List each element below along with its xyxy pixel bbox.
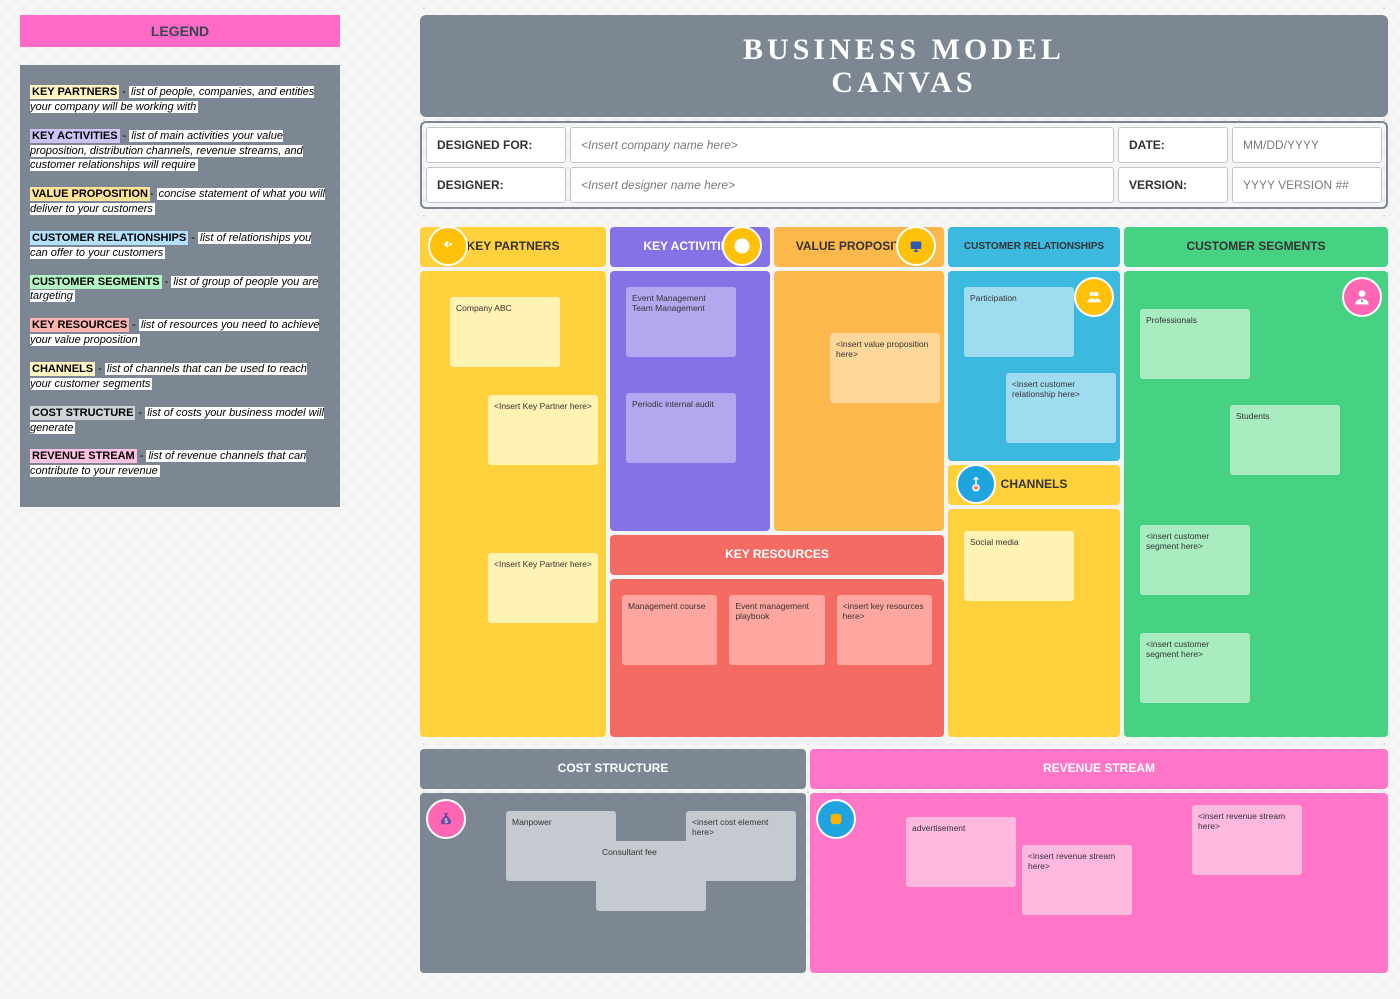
- canvas: BUSINESS MODEL CANVAS DESIGNED FOR: <Ins…: [420, 15, 1388, 999]
- sticky-note[interactable]: Event management playbook: [729, 595, 824, 665]
- meta-label-version: VERSION:: [1118, 167, 1228, 203]
- section-header-customer-segments: CUSTOMER SEGMENTS: [1124, 227, 1388, 267]
- sticky-note[interactable]: Management course: [622, 595, 717, 665]
- legend-key: REVENUE STREAM: [30, 449, 137, 463]
- meta-value-designed-for[interactable]: <Insert company name here>: [570, 127, 1114, 163]
- section-value-proposition[interactable]: <insert value proposition here>: [774, 271, 944, 531]
- legend-key: KEY RESOURCES: [30, 318, 129, 332]
- meta-label-date: DATE:: [1118, 127, 1228, 163]
- sticky-note[interactable]: <insert revenue stream here>: [1022, 845, 1132, 915]
- meta-label-designer: DESIGNER:: [426, 167, 566, 203]
- legend-key: CUSTOMER SEGMENTS: [30, 275, 162, 289]
- canvas-bottom-row: COST STRUCTURE $ Manpower Consultant fee…: [420, 749, 1388, 999]
- section-revenue-stream[interactable]: advertisement <insert revenue stream her…: [810, 793, 1388, 973]
- section-key-resources[interactable]: Management course Event management playb…: [610, 579, 944, 737]
- legend-body: KEY PARTNERS - list of people, companies…: [20, 65, 340, 507]
- meta-value-date[interactable]: MM/DD/YYYY: [1232, 127, 1382, 163]
- section-header-channels: CHANNELS: [948, 465, 1120, 505]
- sticky-note[interactable]: <insert revenue stream here>: [1192, 805, 1302, 875]
- section-header-cost-structure: COST STRUCTURE: [420, 749, 806, 789]
- sticky-note[interactable]: <insert key resources here>: [837, 595, 932, 665]
- sticky-note[interactable]: Students: [1230, 405, 1340, 475]
- sticky-note[interactable]: Professionals: [1140, 309, 1250, 379]
- legend-panel: LEGEND KEY PARTNERS - list of people, co…: [20, 15, 340, 507]
- meta-label-designed-for: DESIGNED FOR:: [426, 127, 566, 163]
- section-customer-relationships[interactable]: Participation <insert customer relations…: [948, 271, 1120, 461]
- sticky-note[interactable]: <Insert Key Partner here>: [488, 395, 598, 465]
- section-header-key-partners: KEY PARTNERS: [420, 227, 606, 267]
- legend-key: CUSTOMER RELATIONSHIPS: [30, 231, 188, 245]
- legend-title: LEGEND: [20, 15, 340, 47]
- section-customer-segments[interactable]: Professionals Students <insert customer …: [1124, 271, 1388, 737]
- sticky-note[interactable]: <insert customer segment here>: [1140, 633, 1250, 703]
- meta-value-designer[interactable]: <Insert designer name here>: [570, 167, 1114, 203]
- tap-icon: [956, 464, 996, 504]
- legend-key: CHANNELS: [30, 362, 95, 376]
- meta-grid: DESIGNED FOR: <Insert company name here>…: [420, 121, 1388, 209]
- section-header-key-activities: KEY ACTIVITIES: [610, 227, 770, 267]
- legend-key: COST STRUCTURE: [30, 406, 135, 420]
- sticky-note[interactable]: Periodic internal audit: [626, 393, 736, 463]
- sticky-note[interactable]: Event Management Team Management: [626, 287, 736, 357]
- section-header-revenue-stream: REVENUE STREAM: [810, 749, 1388, 789]
- sticky-note[interactable]: Participation: [964, 287, 1074, 357]
- sticky-note[interactable]: <Insert Key Partner here>: [488, 553, 598, 623]
- section-key-partners[interactable]: Company ABC <Insert Key Partner here> <I…: [420, 271, 606, 737]
- handshake-icon: [428, 226, 468, 266]
- sticky-note[interactable]: <insert cost element here>: [686, 811, 796, 881]
- sticky-note[interactable]: <insert customer relationship here>: [1006, 373, 1116, 443]
- section-channels[interactable]: Social media: [948, 509, 1120, 737]
- section-key-activities[interactable]: Event Management Team Management Periodi…: [610, 271, 770, 531]
- presentation-icon: [896, 226, 936, 266]
- section-header-value-proposition: VALUE PROPOSITION: [774, 227, 944, 267]
- gear-hand-icon: [722, 226, 762, 266]
- legend-key: KEY ACTIVITIES: [30, 129, 120, 143]
- sticky-note[interactable]: <insert customer segment here>: [1140, 525, 1250, 595]
- legend-key: KEY PARTNERS: [30, 85, 119, 99]
- section-header-customer-relationships: CUSTOMER RELATIONSHIPS: [948, 227, 1120, 267]
- canvas-title: BUSINESS MODEL CANVAS: [420, 15, 1388, 117]
- sticky-note[interactable]: advertisement: [906, 817, 1016, 887]
- section-header-key-resources: KEY RESOURCES: [610, 535, 944, 575]
- sticky-note[interactable]: Company ABC: [450, 297, 560, 367]
- legend-key: VALUE PROPOSITION: [30, 187, 150, 201]
- sticky-note[interactable]: <insert value proposition here>: [830, 333, 940, 403]
- canvas-grid: KEY PARTNERS Company ABC <Insert Key Par…: [420, 227, 1388, 737]
- sticky-note[interactable]: Social media: [964, 531, 1074, 601]
- meta-value-version[interactable]: YYYY VERSION ##: [1232, 167, 1382, 203]
- section-cost-structure[interactable]: $ Manpower Consultant fee <insert cost e…: [420, 793, 806, 973]
